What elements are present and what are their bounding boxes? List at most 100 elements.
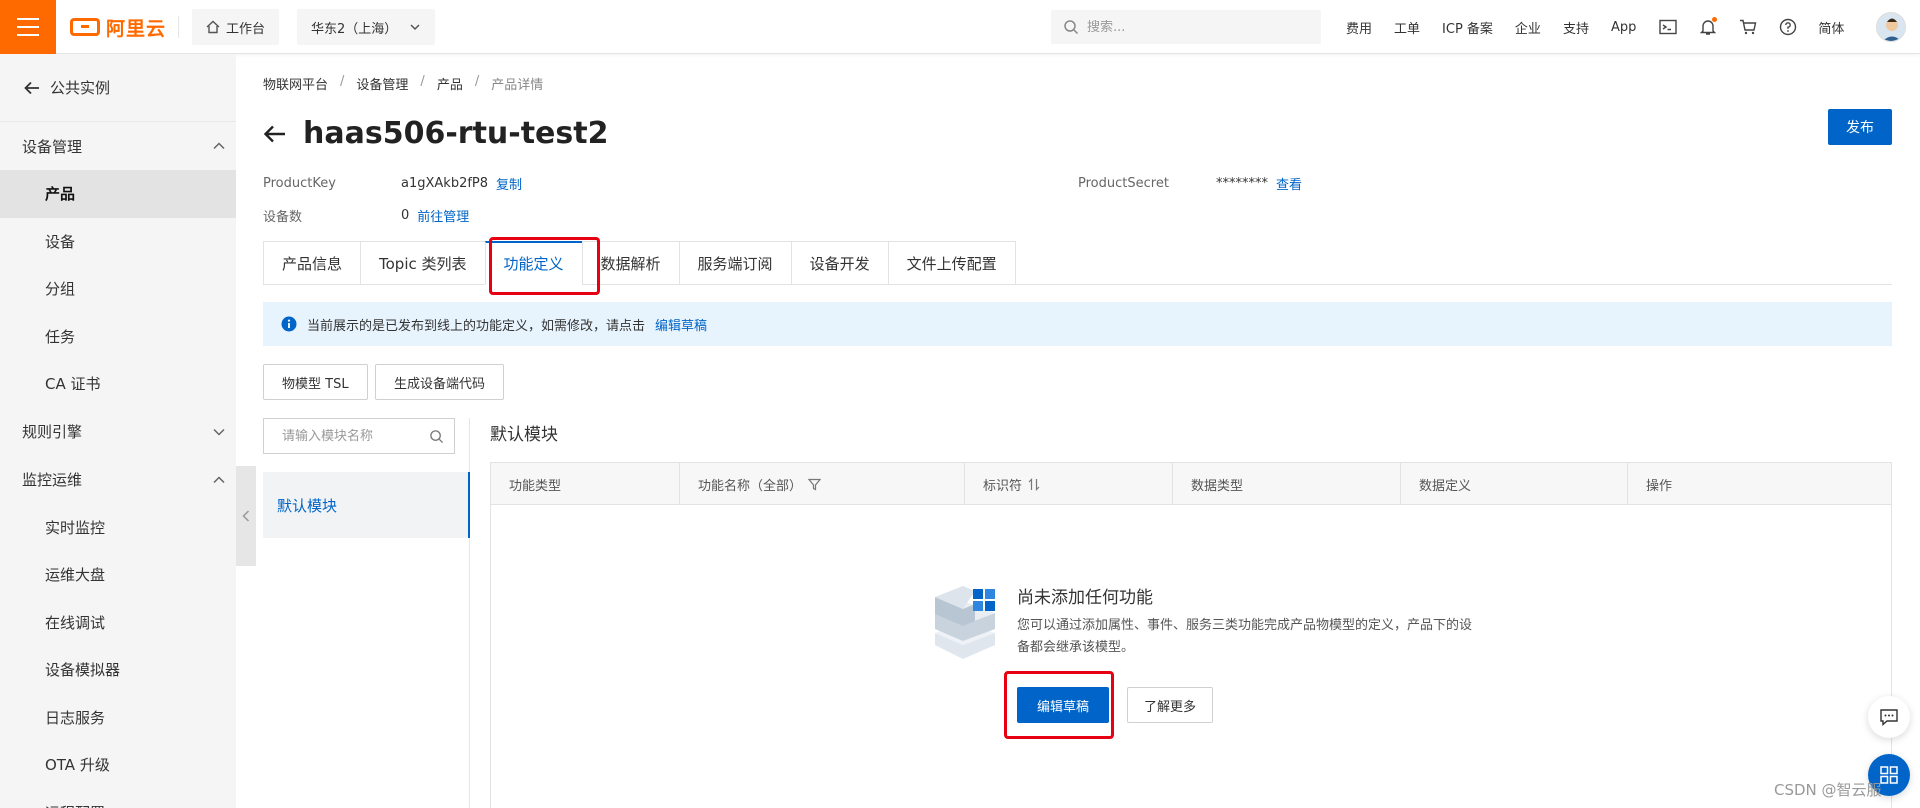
chevron-left-icon xyxy=(242,510,250,522)
sidebar-item-tasks[interactable]: 任务 xyxy=(0,313,236,361)
tab-data-parsing[interactable]: 数据解析 xyxy=(581,241,679,285)
chevron-down-icon xyxy=(213,428,225,436)
bell-icon[interactable] xyxy=(1698,17,1718,37)
empty-state-title: 尚未添加任何功能 xyxy=(1017,588,1153,608)
view-product-secret-link[interactable]: 查看 xyxy=(1276,174,1302,193)
column-identifier[interactable]: 标识符 xyxy=(965,463,1173,505)
link-fees[interactable]: 费用 xyxy=(1346,18,1372,37)
sidebar-item-log-service[interactable]: 日志服务 xyxy=(0,694,236,742)
back-arrow-icon[interactable] xyxy=(263,124,287,144)
help-icon[interactable] xyxy=(1778,17,1798,37)
tab-server-subscription[interactable]: 服务端订阅 xyxy=(678,241,791,285)
region-label: 华东2（上海） xyxy=(311,21,398,37)
search-input[interactable] xyxy=(1087,19,1307,35)
sidebar-group-device-management[interactable]: 设备管理 xyxy=(0,122,236,170)
sidebar-item-ota[interactable]: OTA 升级 xyxy=(0,741,236,789)
global-search[interactable] xyxy=(1051,10,1321,44)
grid-apps-icon xyxy=(1880,766,1898,784)
main-content: 物联网平台 / 设备管理 / 产品 / 产品详情 haas506-rtu-tes… xyxy=(256,54,1920,808)
hamburger-menu-button[interactable] xyxy=(0,0,56,54)
column-data-definition: 数据定义 xyxy=(1401,463,1628,505)
divider xyxy=(178,16,179,38)
breadcrumb-products[interactable]: 产品 xyxy=(437,74,463,93)
watermark: CSDN @智云服 xyxy=(1774,781,1882,799)
back-label: 公共实例 xyxy=(50,79,111,97)
group-label: 设备管理 xyxy=(22,137,83,156)
filter-icon[interactable] xyxy=(808,478,822,491)
top-links: 费用 工单 ICP 备案 企业 支持 App 简体 xyxy=(1346,0,1866,54)
module-item-default[interactable]: 默认模块 xyxy=(263,472,470,538)
aliyun-logo[interactable]: 阿里云 xyxy=(70,14,166,40)
empty-box-icon xyxy=(935,586,995,659)
sidebar-item-online-debug[interactable]: 在线调试 xyxy=(0,599,236,647)
link-icp[interactable]: ICP 备案 xyxy=(1442,18,1493,37)
sidebar-group-rule-engine[interactable]: 规则引擎 xyxy=(0,408,236,456)
link-enterprise[interactable]: 企业 xyxy=(1515,18,1541,37)
breadcrumb: 物联网平台 / 设备管理 / 产品 / 产品详情 xyxy=(263,74,543,93)
feedback-chat-button[interactable] xyxy=(1868,696,1910,738)
search-icon[interactable] xyxy=(429,429,444,444)
sidebar-item-ca-cert[interactable]: CA 证书 xyxy=(0,360,236,408)
breadcrumb-device-management[interactable]: 设备管理 xyxy=(356,74,408,93)
module-search[interactable] xyxy=(263,418,455,454)
group-label: 监控运维 xyxy=(22,471,83,489)
column-function-name[interactable]: 功能名称（全部） xyxy=(680,463,965,505)
column-data-type: 数据类型 xyxy=(1173,463,1401,505)
publish-button[interactable]: 发布 xyxy=(1828,109,1892,145)
column-function-type: 功能类型 xyxy=(491,463,680,505)
sidebar-item-device-simulator[interactable]: 设备模拟器 xyxy=(0,646,236,694)
product-key-value: a1gXAkb2fP8 xyxy=(401,176,489,191)
learn-more-button[interactable]: 了解更多 xyxy=(1127,687,1214,723)
sidebar-item-groups[interactable]: 分组 xyxy=(0,265,236,313)
notice-edit-draft-link[interactable]: 编辑草稿 xyxy=(655,315,707,334)
language-switch[interactable]: 简体 xyxy=(1818,18,1844,37)
product-key-label: ProductKey xyxy=(263,176,336,191)
aliyun-logo-mark-icon xyxy=(70,18,100,36)
manage-devices-link[interactable]: 前往管理 xyxy=(417,206,469,225)
edit-draft-button[interactable]: 编辑草稿 xyxy=(1017,687,1110,723)
link-tickets[interactable]: 工单 xyxy=(1394,18,1420,37)
breadcrumb-separator: / xyxy=(340,74,345,89)
sort-icon[interactable] xyxy=(1028,477,1040,491)
function-table: 功能类型 功能名称（全部） 标识符 数据类型 数据定义 操作 尚未添加任何功能 … xyxy=(490,462,1892,808)
sidebar-item-products[interactable]: 产品 xyxy=(0,170,236,218)
back-to-public-instance[interactable]: 公共实例 xyxy=(0,54,236,122)
info-icon xyxy=(281,316,297,332)
notice-text: 当前展示的是已发布到线上的功能定义，如需修改，请点击 xyxy=(307,318,646,334)
sidebar-item-realtime-monitor[interactable]: 实时监控 xyxy=(0,504,236,552)
module-search-input[interactable] xyxy=(282,428,422,444)
product-tabs: 产品信息 Topic 类列表 功能定义 数据解析 服务端订阅 设备开发 文件上传… xyxy=(263,241,1892,285)
top-navigation-bar: 阿里云 工作台 华东2（上海） 费用 工单 ICP 备案 企业 支持 App 简… xyxy=(0,0,1920,54)
device-count-label: 设备数 xyxy=(263,210,303,225)
link-app[interactable]: App xyxy=(1611,20,1636,35)
notification-dot xyxy=(1712,17,1718,22)
user-avatar[interactable] xyxy=(1876,12,1906,42)
region-selector[interactable]: 华东2（上海） xyxy=(297,9,435,45)
device-count-value: 0 xyxy=(401,208,410,223)
sidebar-item-remote-config[interactable]: 远程配置 xyxy=(0,789,236,808)
sidebar-item-ops-dashboard[interactable]: 运维大盘 xyxy=(0,551,236,599)
copy-product-key-link[interactable]: 复制 xyxy=(496,174,522,193)
breadcrumb-current: 产品详情 xyxy=(491,78,544,93)
generate-device-code-button[interactable]: 生成设备端代码 xyxy=(375,364,505,400)
sidebar-item-devices[interactable]: 设备 xyxy=(0,218,236,266)
terminal-icon[interactable] xyxy=(1658,17,1678,37)
info-notice: 当前展示的是已发布到线上的功能定义，如需修改，请点击 编辑草稿 xyxy=(263,302,1892,346)
workbench-button[interactable]: 工作台 xyxy=(192,9,280,45)
cart-icon[interactable] xyxy=(1738,17,1758,37)
link-support[interactable]: 支持 xyxy=(1563,18,1589,37)
breadcrumb-separator: / xyxy=(474,74,480,89)
tab-function-definition[interactable]: 功能定义 xyxy=(484,241,582,285)
tab-product-info[interactable]: 产品信息 xyxy=(263,241,361,285)
table-header: 功能类型 功能名称（全部） 标识符 数据类型 数据定义 操作 xyxy=(491,463,1891,505)
home-icon xyxy=(206,20,220,34)
sidebar-collapse-handle[interactable] xyxy=(236,466,256,566)
tab-topic-list[interactable]: Topic 类列表 xyxy=(360,241,485,285)
tab-device-development[interactable]: 设备开发 xyxy=(790,241,888,285)
sidebar-group-monitoring[interactable]: 监控运维 xyxy=(0,456,236,504)
tsl-button[interactable]: 物模型 TSL xyxy=(263,364,368,400)
page-title-row: haas506-rtu-test2 xyxy=(263,116,608,151)
tab-file-upload-config[interactable]: 文件上传配置 xyxy=(887,241,1016,285)
breadcrumb-iot-platform[interactable]: 物联网平台 xyxy=(263,74,328,93)
chat-icon xyxy=(1880,709,1898,727)
